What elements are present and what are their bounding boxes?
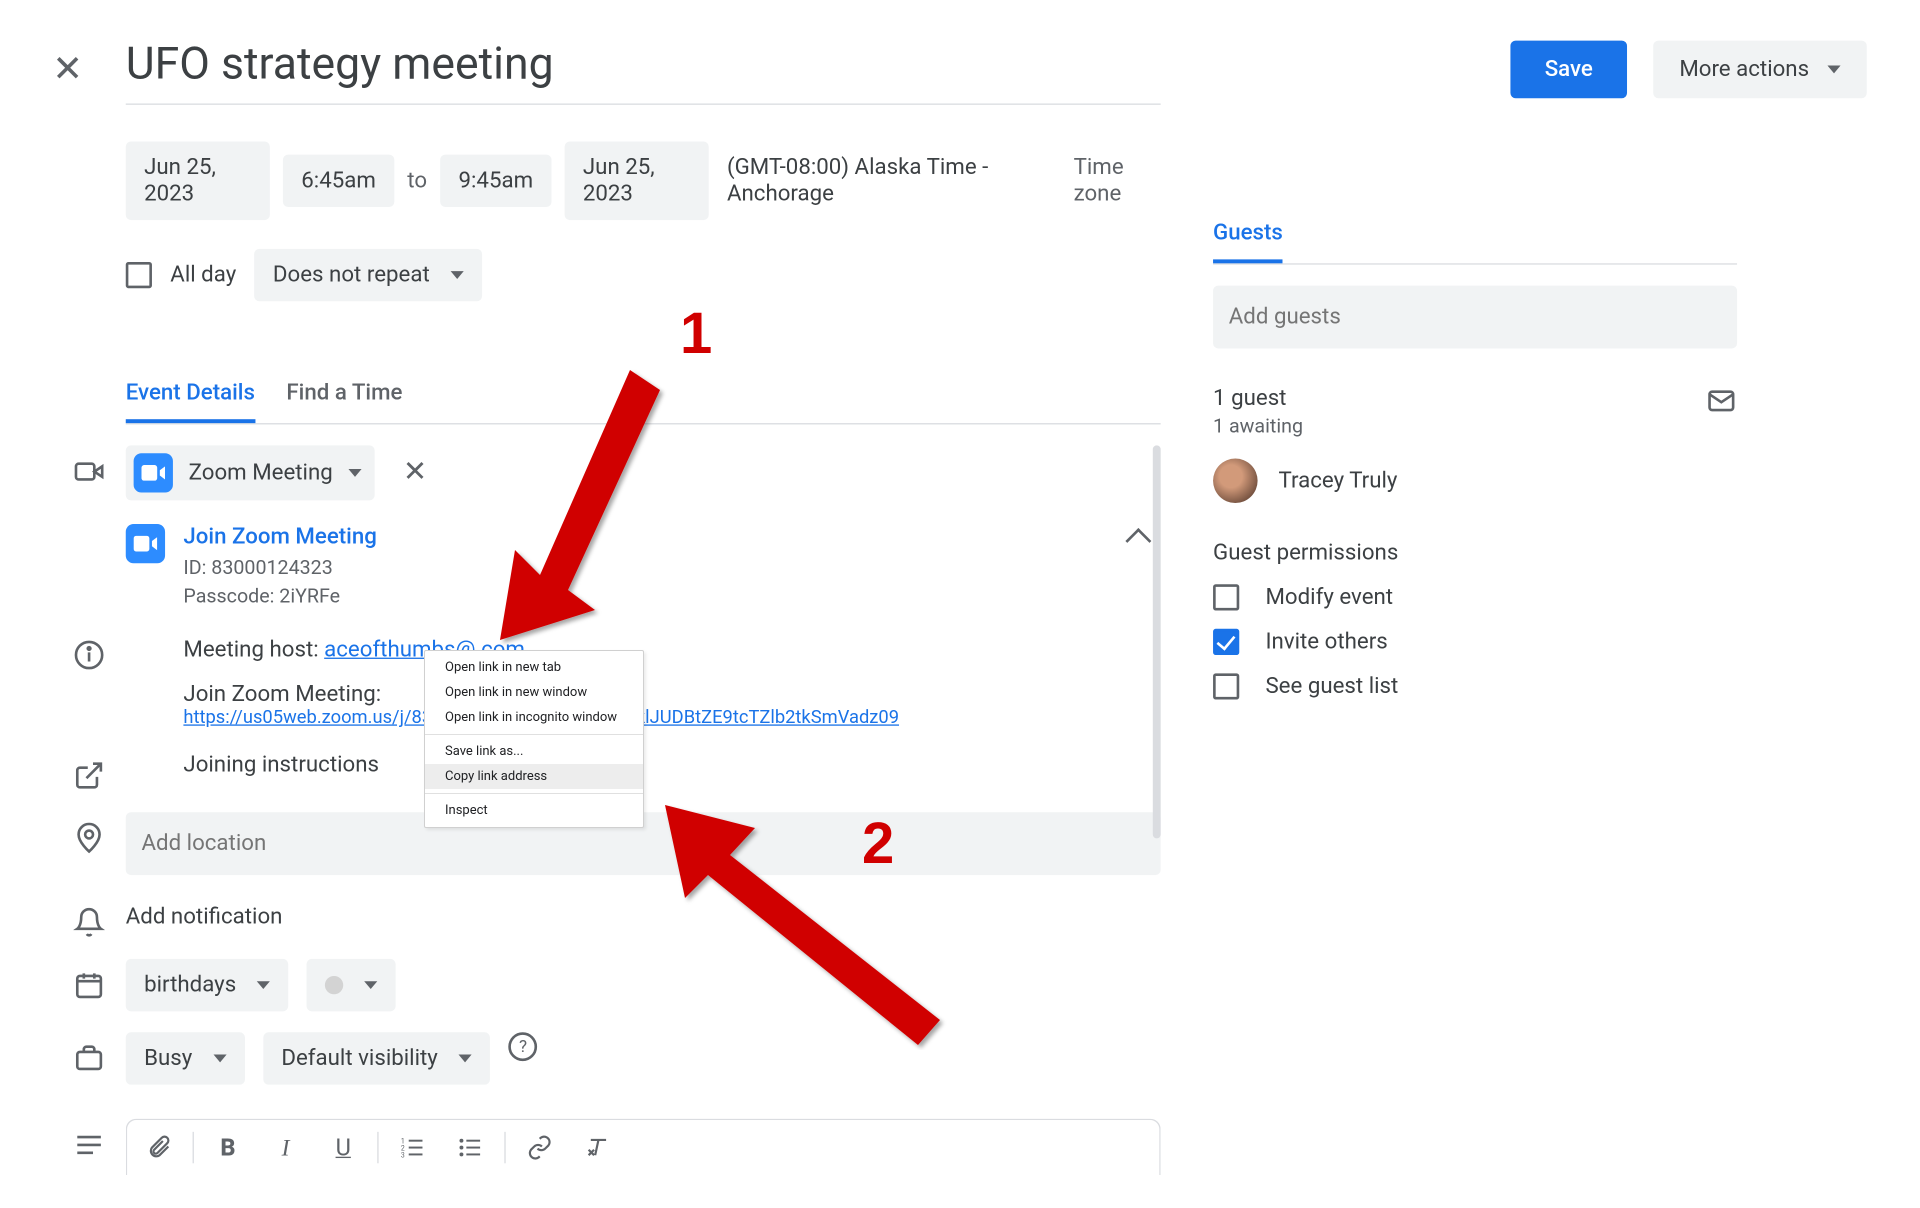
- ctx-open-new-window[interactable]: Open link in new window: [425, 680, 643, 705]
- remove-conference-icon[interactable]: ✕: [403, 456, 427, 489]
- collapse-icon[interactable]: [1125, 528, 1151, 554]
- calendar-name: birthdays: [144, 972, 236, 998]
- description-icon: [52, 1119, 125, 1161]
- chevron-down-icon: [257, 981, 270, 989]
- help-icon[interactable]: ?: [509, 1032, 538, 1061]
- chevron-down-icon: [459, 1055, 472, 1063]
- email-guests-icon[interactable]: [1706, 385, 1737, 437]
- ctx-save-link-as[interactable]: Save link as...: [425, 739, 643, 764]
- perm-see-label: See guest list: [1265, 673, 1398, 699]
- perm-invite-checkbox[interactable]: [1213, 629, 1239, 655]
- joining-instructions[interactable]: Joining instructions: [183, 752, 1160, 778]
- perm-invite-label: Invite others: [1265, 629, 1387, 655]
- add-guests-input[interactable]: [1213, 286, 1737, 349]
- rich-text-toolbar: B I U 123: [126, 1119, 1161, 1175]
- permissions-heading: Guest permissions: [1213, 540, 1737, 566]
- color-dot: [325, 976, 343, 994]
- bold-icon[interactable]: B: [202, 1128, 254, 1167]
- info-icon: [52, 629, 125, 671]
- chevron-down-icon: [451, 271, 464, 279]
- link-icon[interactable]: [514, 1128, 566, 1167]
- perm-modify-checkbox[interactable]: [1213, 584, 1239, 610]
- start-time-chip[interactable]: 6:45am: [283, 155, 394, 207]
- avatar: [1213, 458, 1258, 503]
- perm-modify-label: Modify event: [1265, 584, 1393, 610]
- zoom-logo-icon: [126, 524, 165, 563]
- scrollbar-thumb[interactable]: [1153, 445, 1161, 838]
- end-date-chip[interactable]: Jun 25, 2023: [565, 141, 709, 220]
- notification-icon: [52, 896, 125, 938]
- close-icon[interactable]: ✕: [52, 47, 104, 90]
- guest-count: 1 guest: [1213, 385, 1303, 411]
- guest-awaiting: 1 awaiting: [1213, 414, 1303, 438]
- end-time-chip[interactable]: 9:45am: [440, 155, 551, 207]
- open-external-icon: [52, 749, 125, 791]
- attach-icon[interactable]: [132, 1128, 184, 1167]
- more-actions-label: More actions: [1679, 56, 1809, 82]
- perm-see-checkbox[interactable]: [1213, 673, 1239, 699]
- annotation-number-1: 1: [680, 300, 712, 367]
- timezone-label: (GMT-08:00) Alaska Time - Anchorage: [727, 155, 1042, 207]
- event-title-input[interactable]: [126, 33, 1161, 105]
- svg-text:3: 3: [401, 1151, 405, 1159]
- chevron-down-icon: [365, 981, 378, 989]
- ctx-open-incognito[interactable]: Open link in incognito window: [425, 705, 643, 730]
- repeat-label: Does not repeat: [273, 262, 430, 288]
- bullet-list-icon[interactable]: [444, 1128, 496, 1167]
- guest-name: Tracey Truly: [1279, 468, 1398, 494]
- to-label: to: [407, 168, 427, 194]
- color-dropdown[interactable]: [307, 959, 396, 1011]
- repeat-dropdown[interactable]: Does not repeat: [255, 249, 483, 301]
- more-actions-button[interactable]: More actions: [1653, 40, 1867, 98]
- ctx-copy-link-address[interactable]: Copy link address: [425, 764, 643, 789]
- underline-icon[interactable]: U: [317, 1128, 369, 1167]
- busy-label: Busy: [144, 1045, 192, 1071]
- annotation-arrow-2: [660, 790, 960, 1050]
- add-notification-button[interactable]: Add notification: [126, 896, 1161, 938]
- location-icon: [52, 812, 125, 854]
- numbered-list-icon[interactable]: 123: [386, 1128, 438, 1167]
- tab-event-details[interactable]: Event Details: [126, 367, 255, 423]
- ctx-inspect[interactable]: Inspect: [425, 798, 643, 823]
- join-url-label: Join Zoom Meeting:: [183, 681, 1160, 707]
- allday-checkbox[interactable]: [126, 262, 152, 288]
- save-button[interactable]: Save: [1511, 40, 1627, 98]
- busy-dropdown[interactable]: Busy: [126, 1032, 245, 1084]
- zoom-logo-icon: [134, 453, 173, 492]
- visibility-label: Default visibility: [281, 1045, 437, 1071]
- chevron-down-icon: [1827, 65, 1840, 73]
- annotation-number-2: 2: [862, 810, 894, 877]
- visibility-dropdown[interactable]: Default visibility: [263, 1032, 490, 1084]
- start-date-chip[interactable]: Jun 25, 2023: [126, 141, 270, 220]
- annotation-arrow-1: [440, 300, 680, 660]
- italic-icon[interactable]: I: [259, 1128, 311, 1167]
- tab-find-a-time[interactable]: Find a Time: [286, 367, 402, 423]
- chevron-down-icon: [213, 1055, 226, 1063]
- calendar-icon: [52, 959, 125, 1001]
- conference-dropdown[interactable]: Zoom Meeting: [126, 445, 375, 500]
- briefcase-icon: [52, 1032, 125, 1074]
- ctx-separator: [425, 734, 643, 735]
- timezone-link[interactable]: Time zone: [1074, 155, 1161, 207]
- tab-guests[interactable]: Guests: [1213, 207, 1283, 263]
- allday-label: All day: [170, 262, 236, 288]
- conference-label: Zoom Meeting: [189, 460, 333, 486]
- context-menu: Open link in new tab Open link in new wi…: [424, 650, 644, 828]
- calendar-dropdown[interactable]: birthdays: [126, 959, 289, 1011]
- clear-format-icon[interactable]: [571, 1128, 623, 1167]
- ctx-separator: [425, 793, 643, 794]
- host-label: Meeting host:: [183, 637, 324, 663]
- guest-row[interactable]: Tracey Truly: [1213, 458, 1737, 503]
- chevron-down-icon: [349, 469, 362, 477]
- video-icon: [52, 445, 125, 487]
